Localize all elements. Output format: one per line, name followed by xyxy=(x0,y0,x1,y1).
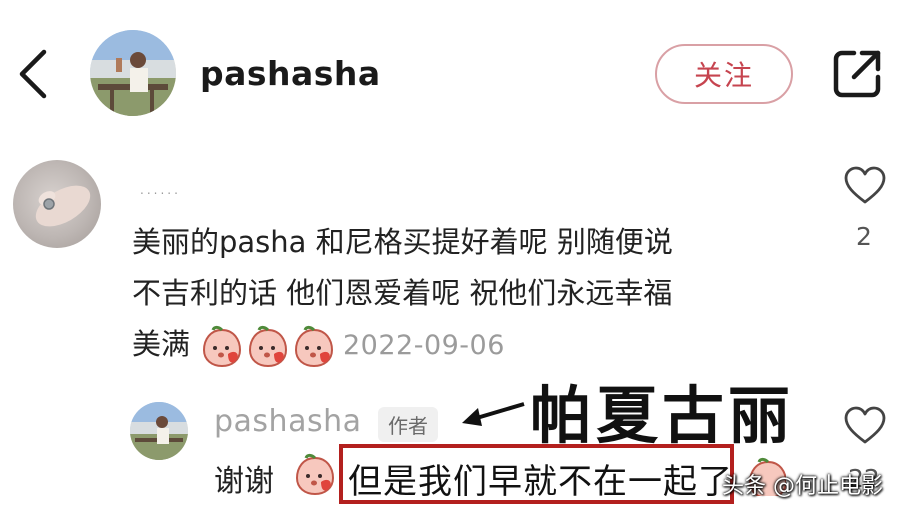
commenter-name[interactable]: ...... xyxy=(140,183,181,197)
reply-text-highlight: 但是我们早就不在一起了 xyxy=(348,462,733,502)
watermark: 头条 @何止电影 xyxy=(722,474,883,499)
comment-text-line: 不吉利的话 他们恩爱着呢 祝他们永远幸福 xyxy=(132,276,673,310)
like-heart-icon[interactable] xyxy=(843,406,887,446)
reply-avatar[interactable] xyxy=(130,402,188,460)
peach-emoji-icon xyxy=(294,325,334,368)
reply-text-prefix: 谢谢 xyxy=(214,464,274,499)
comment-date: 2022-09-06 xyxy=(343,330,505,361)
reply-author-name[interactable]: pashasha xyxy=(214,404,361,439)
header-username[interactable]: pashasha xyxy=(200,54,381,93)
peach-emoji-icon xyxy=(248,325,288,368)
comment-text-line: 美丽的pasha 和尼格买提好着呢 别随便说 xyxy=(132,225,673,259)
commenter-avatar[interactable] xyxy=(13,160,101,248)
share-icon[interactable] xyxy=(830,45,886,101)
peach-emoji-icon xyxy=(202,325,242,368)
annotation-arrow-icon xyxy=(462,402,525,426)
like-count: 2 xyxy=(856,222,872,251)
comment-text-line: 美满 xyxy=(132,327,191,361)
back-arrow-icon[interactable] xyxy=(14,48,54,100)
follow-button[interactable]: 关注 xyxy=(655,44,793,104)
like-heart-icon[interactable] xyxy=(843,166,887,206)
annotation-label: 帕夏古丽 xyxy=(530,379,795,452)
author-badge: 作者 xyxy=(378,407,438,442)
peach-emoji-icon xyxy=(295,453,335,496)
avatar[interactable] xyxy=(90,30,176,116)
emoji-group xyxy=(200,324,336,368)
